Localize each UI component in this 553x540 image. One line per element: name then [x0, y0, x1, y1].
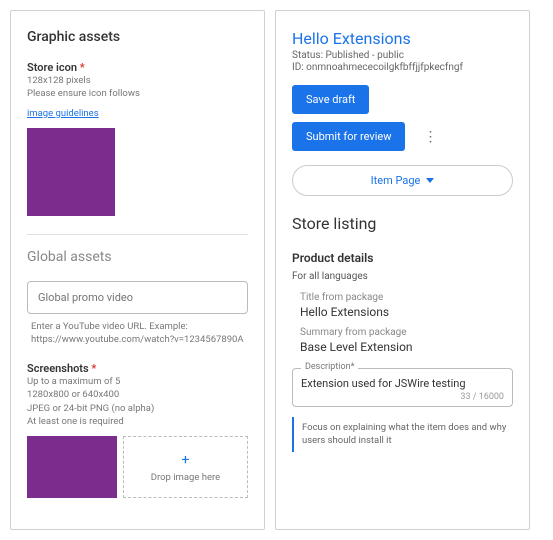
- save-draft-button[interactable]: Save draft: [292, 85, 369, 114]
- screenshot-dropzone[interactable]: + Drop image here: [123, 436, 248, 498]
- graphic-assets-heading: Graphic assets: [27, 29, 248, 45]
- for-all-languages: For all languages: [292, 271, 513, 282]
- image-guidelines-link[interactable]: image guidelines: [27, 108, 99, 119]
- summary-from-package-label: Summary from package: [292, 327, 513, 338]
- dropzone-label: Drop image here: [151, 472, 220, 483]
- screenshots-l2: 1280x800 or 640x400: [27, 388, 248, 401]
- description-value: Extension used for JSWire testing: [301, 377, 504, 390]
- product-details-heading: Product details: [292, 251, 513, 265]
- screenshots-l4: At least one is required: [27, 415, 248, 428]
- global-assets-heading: Global assets: [27, 249, 248, 265]
- extension-id: ID: onmnoahmececoilgkfbffjjfpkecfngf: [292, 62, 513, 73]
- screenshots-l1: Up to a maximum of 5: [27, 375, 248, 388]
- status-text: Status: Published - public: [292, 50, 513, 61]
- plus-icon: +: [182, 452, 190, 468]
- description-help: Focus on explaining what the item does a…: [292, 417, 513, 452]
- summary-from-package-value: Base Level Extension: [292, 340, 513, 354]
- store-icon-ensure: Please ensure icon follows: [27, 87, 248, 100]
- description-label: Description*: [301, 362, 358, 372]
- item-page-label: Item Page: [371, 174, 421, 187]
- title-from-package-label: Title from package: [292, 292, 513, 303]
- submit-for-review-button[interactable]: Submit for review: [292, 122, 405, 151]
- chevron-down-icon: [426, 178, 434, 183]
- promo-video-help: Enter a YouTube video URL. Example: http…: [27, 320, 248, 347]
- title-from-package-value: Hello Extensions: [292, 305, 513, 319]
- store-icon-preview[interactable]: [27, 128, 115, 216]
- more-options-icon[interactable]: ⋮: [423, 129, 437, 145]
- screenshots-label: Screenshots *: [27, 362, 248, 375]
- store-icon-dims: 128x128 pixels: [27, 74, 248, 87]
- description-counter: 33 / 16000: [301, 392, 504, 402]
- item-page-dropdown[interactable]: Item Page: [292, 165, 513, 196]
- divider: [27, 234, 248, 235]
- extension-title[interactable]: Hello Extensions: [292, 29, 513, 48]
- store-icon-label: Store icon *: [27, 61, 248, 74]
- screenshot-thumb[interactable]: [27, 436, 117, 498]
- screenshots-l3: JPEG or 24-bit PNG (no alpha): [27, 402, 248, 415]
- store-listing-heading: Store listing: [292, 214, 513, 233]
- description-field[interactable]: Description* Extension used for JSWire t…: [292, 368, 513, 407]
- global-promo-video-input[interactable]: [27, 281, 248, 314]
